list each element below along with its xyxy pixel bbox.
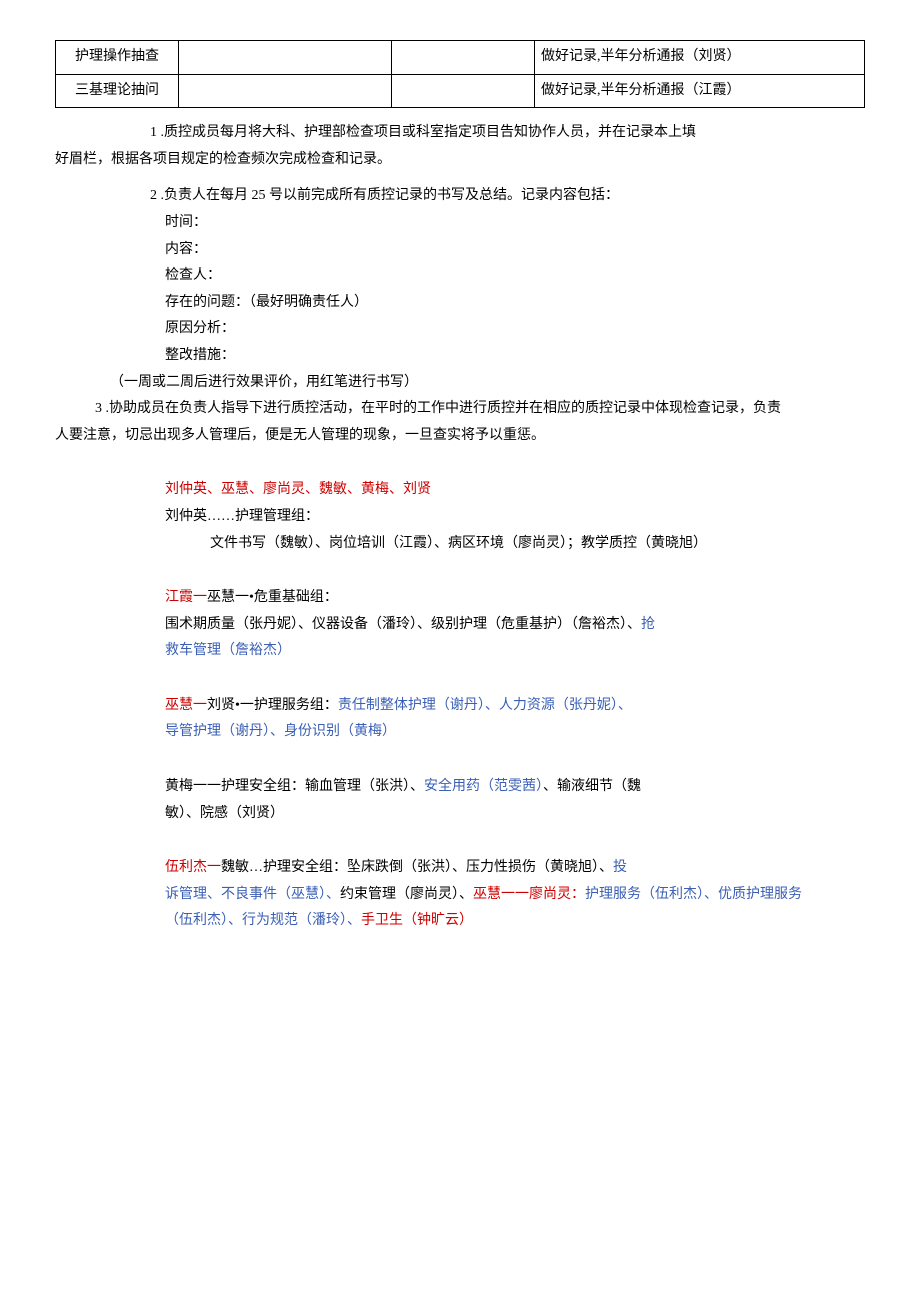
cell-r2c3 [392,74,535,108]
group-safety-detail: 敏）、院感（刘贤） [55,801,865,828]
group-critical-header: 巫慧一•危重基础组： [207,590,338,605]
data-table: 护理操作抽查 做好记录,半年分析通报（刘贤） 三基理论抽问 做好记录,半年分析通… [55,40,865,108]
group-safety-2: 伍利杰一魏敏…护理安全组：坠床跌倒（张洪）、压力性损伤（黄晓旭）、投 [55,855,865,882]
list-item-content: 内容： [55,237,865,264]
group-safety-header: 黄梅一一护理安全组：输血管理（张洪）、 [165,779,424,794]
name-wulijie: 伍利杰一 [165,860,221,875]
text-hand-hygiene: 手卫生（钟旷云） [361,913,473,928]
text-safe-med: 安全用药（范雯茜） [424,779,543,794]
paragraph-1b: 好眉栏，根据各项目规定的检查频次完成检查和记录。 [55,147,865,174]
list-item-problem: 存在的问题：（最好明确责任人） [55,290,865,317]
table-row: 三基理论抽问 做好记录,半年分析通报（江霞） [56,74,865,108]
group-mgmt-detail: 文件书写（魏敏）、岗位培训（江霞）、病区环境（廖尚灵）；教学质控（黄晓旭） [55,531,865,558]
name-wuhui: 巫慧一 [165,698,207,713]
cell-r2c4: 做好记录,半年分析通报（江霞） [535,74,865,108]
text-restraint: 约束管理（廖尚灵）、 [340,887,473,902]
text-rescue-a: 抢 [641,617,655,632]
list-item-inspector: 检查人： [55,263,865,290]
paragraph-4b: 人要注意，切忌出现多人管理后，便是无人管理的现象，一旦查实将予以重惩。 [55,423,865,450]
group-critical-detail-2: 救车管理（詹裕杰） [55,638,865,665]
cell-r2c2 [179,74,392,108]
group-header: 刘仲英、巫慧、廖尚灵、魏敏、黄梅、刘贤 [55,477,865,504]
cell-r1c3 [392,41,535,75]
text-periop: 围术期质量（张丹妮）、仪器设备（潘玲）、级别护理（危重基护）（詹裕杰）、 [165,617,641,632]
cell-r2c1: 三基理论抽问 [56,74,179,108]
list-item-time: 时间： [55,210,865,237]
list-item-reason: 原因分析： [55,316,865,343]
group-critical-detail-1: 围术期质量（张丹妮）、仪器设备（潘玲）、级别护理（危重基护）（詹裕杰）、抢 [55,612,865,639]
group-service-detail: 导管护理（谢丹）、身份识别（黄梅） [55,719,865,746]
cell-r1c2 [179,41,392,75]
text-complaint-a: 投 [613,860,627,875]
group-safety-1: 黄梅一一护理安全组：输血管理（张洪）、安全用药（范雯茜）、输液细节（魏 [55,774,865,801]
text-nursing-service: 护理服务（伍利杰）、优质护理服务 [585,887,802,902]
text-infusion: 、输液细节（魏 [543,779,641,794]
group-critical: 江霞一巫慧一•危重基础组： [55,585,865,612]
group-service: 巫慧一刘贤•一护理服务组：责任制整体护理（谢丹）、人力资源（张丹妮）、 [55,693,865,720]
group-safety2-line3: （伍利杰）、行为规范（潘玲）、手卫生（钟旷云） [55,908,865,935]
paragraph-4a: 3 .协助成员在负责人指导下进行质控活动，在平时的工作中进行质控并在相应的质控记… [55,396,865,423]
group-safety2-line2: 诉管理、不良事件（巫慧）、约束管理（廖尚灵）、巫慧一一廖尚灵：护理服务（伍利杰）… [55,882,865,909]
group-mgmt-header: 刘仲英……护理管理组： [55,504,865,531]
group-service-header: 刘贤•一护理服务组： [207,698,338,713]
text-behavior: （伍利杰）、行为规范（潘玲）、 [165,913,361,928]
paragraph-1a: 1 .质控成员每月将大科、护理部检查项目或科室指定项目告知协作人员，并在记录本上… [55,120,865,147]
name-jiangxia: 江霞一 [165,590,207,605]
cell-r1c4: 做好记录,半年分析通报（刘贤） [535,41,865,75]
list-item-action: 整改措施： [55,343,865,370]
name-wuhui-liao: 巫慧一一廖尚灵： [473,887,585,902]
group-service-items: 责任制整体护理（谢丹）、人力资源（张丹妮）、 [338,698,632,713]
text-complaint-b: 诉管理、不良事件（巫慧）、 [165,887,340,902]
cell-r1c1: 护理操作抽查 [56,41,179,75]
group-safety2-header: 魏敏…护理安全组：坠床跌倒（张洪）、压力性损伤（黄晓旭）、 [221,860,613,875]
names-list-red: 刘仲英、巫慧、廖尚灵、魏敏、黄梅、刘贤 [165,482,431,497]
table-row: 护理操作抽查 做好记录,半年分析通报（刘贤） [56,41,865,75]
paragraph-2: 2 .负责人在每月 25 号以前完成所有质控记录的书写及总结。记录内容包括： [55,183,865,210]
paragraph-3: （一周或二周后进行效果评价，用红笔进行书写） [55,370,865,397]
